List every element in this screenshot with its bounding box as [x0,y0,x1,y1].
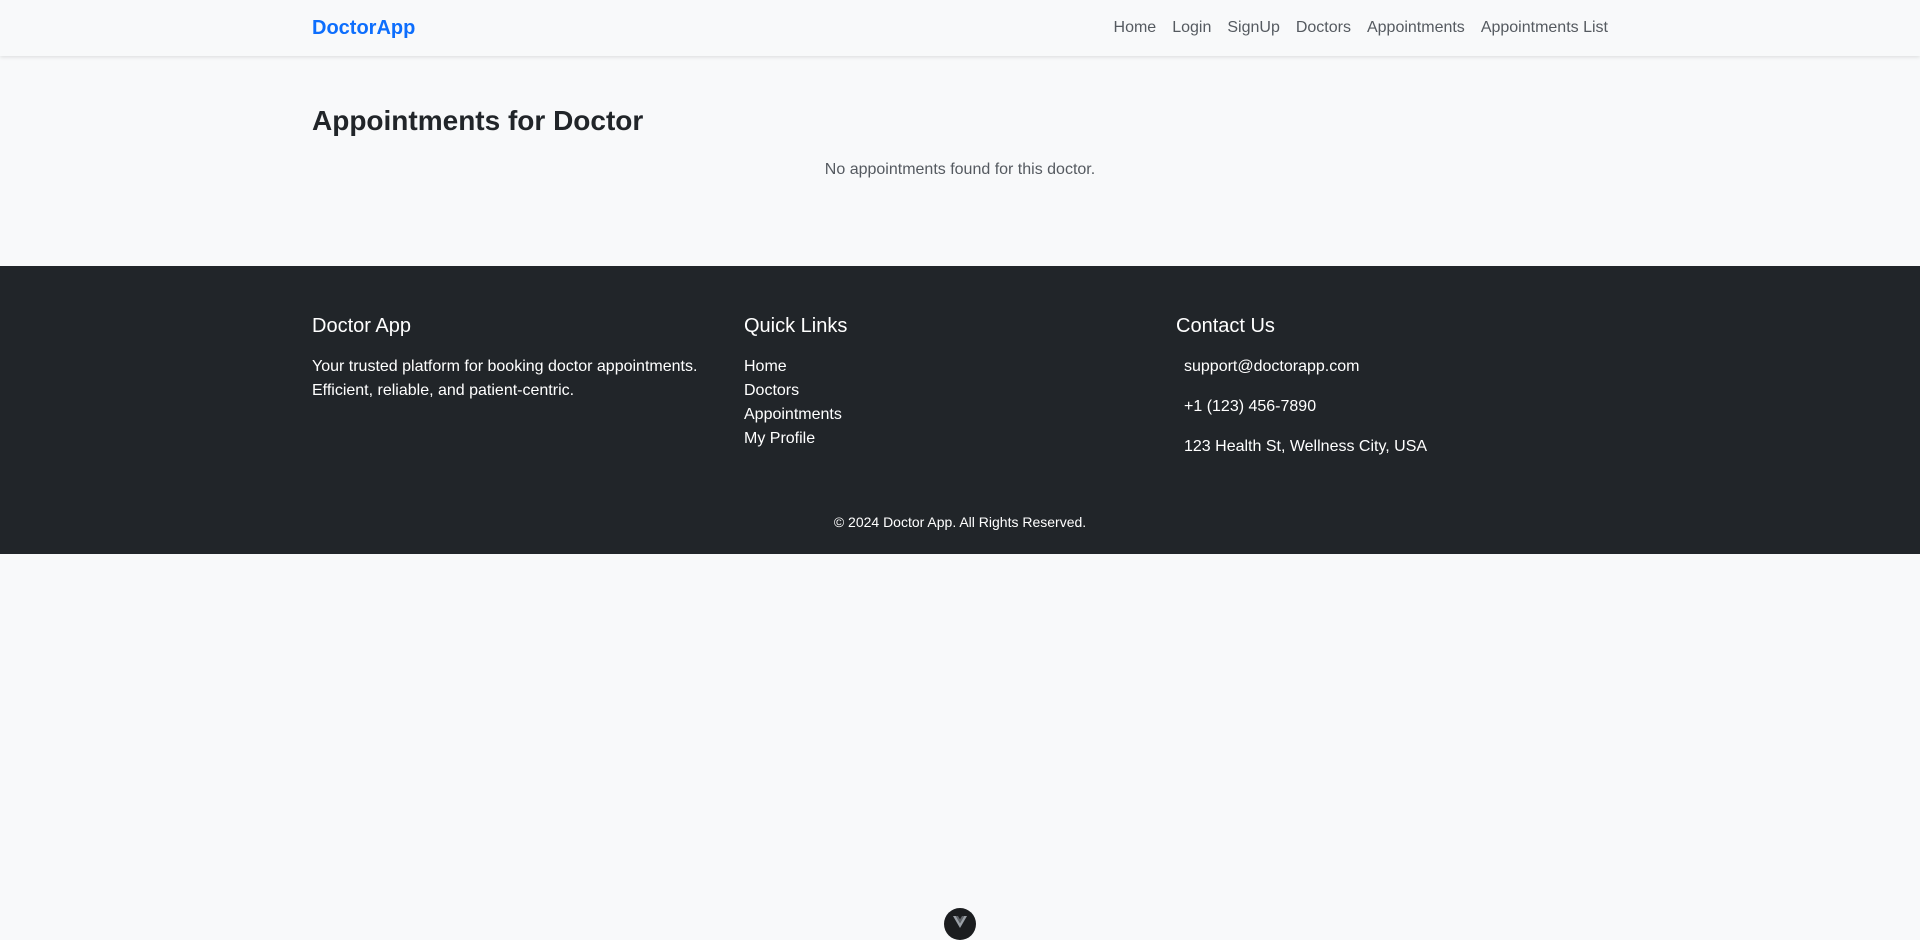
footer-link-home[interactable]: Home [744,355,1176,379]
nav-link-appointments[interactable]: Appointments [1359,19,1473,37]
footer-link-doctors[interactable]: Doctors [744,379,1176,403]
footer-quick-links: Quick Links Home Doctors Appointments My… [744,314,1176,475]
nav-link-home[interactable]: Home [1106,19,1165,37]
contact-address-text: 123 Health St, Wellness City, USA [1184,438,1428,455]
nav-links: Home Login SignUp Doctors Appointments A… [1106,19,1608,37]
nav-link-appointments-list[interactable]: Appointments List [1473,19,1608,37]
footer-about-line-2: Efficient, reliable, and patient-centric… [312,382,575,399]
contact-address: 123 Health St, Wellness City, USA [1176,435,1608,459]
footer-quick-links-heading: Quick Links [744,315,848,337]
vue-logo-icon [953,916,967,928]
footer-link-appointments[interactable]: Appointments [744,403,1176,427]
footer-about-line-1: Your trusted platform for booking doctor… [312,358,698,375]
main-content: Appointments for Doctor No appointments … [0,56,1920,266]
navbar-container: DoctorApp Home Login SignUp Doctors Appo… [300,0,1620,56]
contact-phone: +1 (123) 456-7890 [1176,395,1608,419]
contact-email: support@doctorapp.com [1176,355,1608,379]
footer-about: Doctor App Your trusted platform for boo… [312,314,744,475]
footer-link-my-profile[interactable]: My Profile [744,427,1176,451]
copyright-text: © 2024 Doctor App. All Rights Reserved. [833,514,1087,530]
brand-link[interactable]: DoctorApp [312,17,415,40]
nav-link-doctors[interactable]: Doctors [1288,19,1359,37]
nav-link-login[interactable]: Login [1164,19,1219,37]
footer: Doctor App Your trusted platform for boo… [0,266,1920,554]
contact-email-text: support@doctorapp.com [1184,358,1360,375]
contact-phone-text: +1 (123) 456-7890 [1184,398,1317,415]
vue-devtools-button[interactable] [944,908,976,940]
empty-state-message: No appointments found for this doctor. [824,160,1096,178]
nav-link-signup[interactable]: SignUp [1219,19,1287,37]
navbar: DoctorApp Home Login SignUp Doctors Appo… [0,0,1920,56]
footer-contact: Contact Us support@doctorapp.com +1 (123… [1176,314,1608,475]
footer-contact-heading: Contact Us [1176,315,1275,337]
footer-about-heading: Doctor App [312,315,411,337]
footer-columns: Doctor App Your trusted platform for boo… [312,314,1608,475]
page-title: Appointments for Doctor [312,105,644,136]
